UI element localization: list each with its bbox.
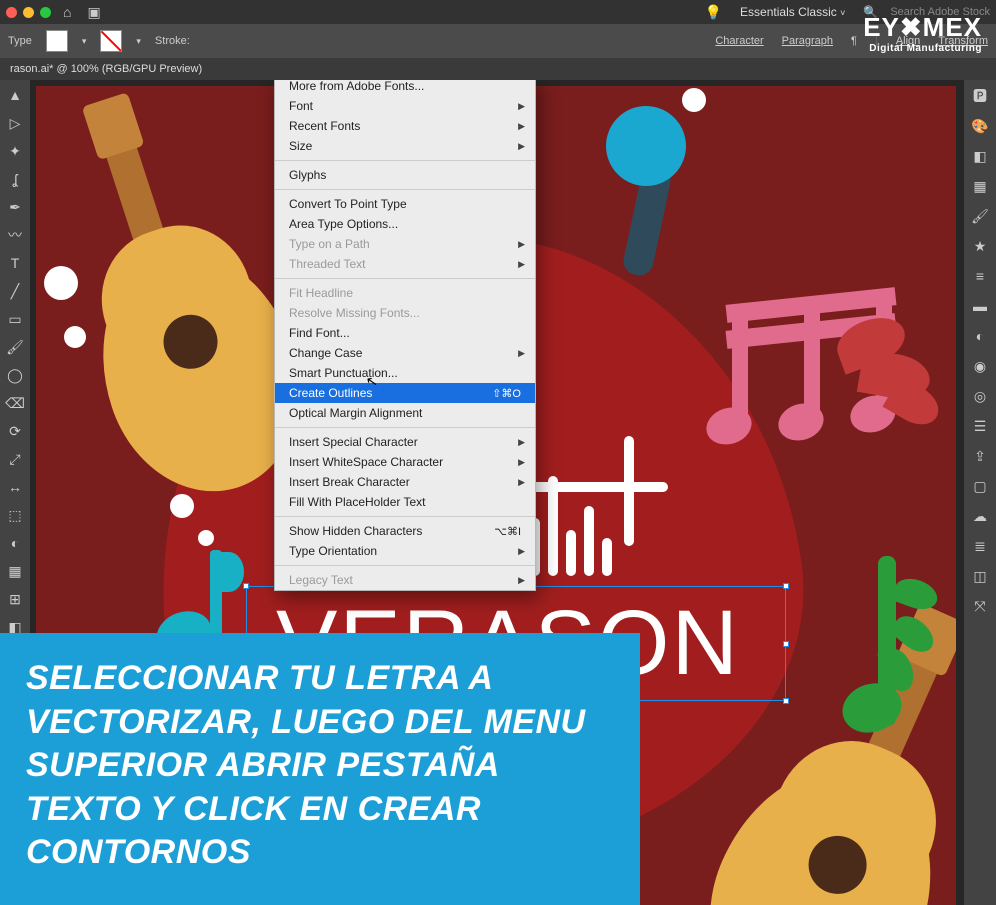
paragraph-panel-link[interactable]: Paragraph: [782, 35, 833, 47]
paintbrush-tool-icon[interactable]: 🖌: [4, 336, 26, 358]
type-label: Type: [8, 35, 32, 47]
menu-item-optical-margin-alignment[interactable]: Optical Margin Alignment: [275, 403, 535, 423]
menu-item-recent-fonts[interactable]: Recent Fonts: [275, 116, 535, 136]
menu-item-threaded-text: Threaded Text: [275, 254, 535, 274]
perspective-tool-icon[interactable]: ▦: [4, 560, 26, 582]
menu-item-size[interactable]: Size: [275, 136, 535, 156]
eraser-tool-icon[interactable]: ⌫: [4, 392, 26, 414]
tutorial-caption: SELECCIONAR TU LETRA A VECTORIZAR, LUEGO…: [0, 633, 640, 905]
menu-item-change-case[interactable]: Change Case: [275, 343, 535, 363]
control-bar: Type ▾ ▾ Stroke: Character Paragraph ¶ |…: [0, 24, 996, 58]
swatches-panel-icon[interactable]: ▦: [968, 174, 992, 198]
brushes-panel-icon[interactable]: 🖌: [968, 204, 992, 228]
free-transform-tool-icon[interactable]: ⬚: [4, 504, 26, 526]
stroke-panel-icon[interactable]: ≡: [968, 264, 992, 288]
transparency-panel-icon[interactable]: ◐: [968, 324, 992, 348]
lasso-tool-icon[interactable]: ʆ: [4, 168, 26, 190]
shaper-tool-icon[interactable]: ◯: [4, 364, 26, 386]
green-note: [878, 556, 896, 726]
color-panel-icon[interactable]: 🎨: [968, 114, 992, 138]
white-dot: [170, 494, 194, 518]
layers-panel-icon[interactable]: ☰: [968, 414, 992, 438]
right-panel-dock: 🅿 🎨 ◧ ▦ 🖌 ★ ≡ ▬ ◐ ◉ ◎ ☰ ⇪ ▢ ☁ ≣ ◫ ⤧: [964, 80, 996, 905]
brand-name: EY✖MEX: [863, 12, 982, 43]
white-dot: [64, 326, 86, 348]
os-titlebar: ⌂ ▣ 💡 Essentials Classic ˅ 🔍 Search Adob…: [0, 0, 996, 24]
menu-item-type-on-a-path: Type on a Path: [275, 234, 535, 254]
eq-cross-v: [624, 436, 634, 546]
type-tool-icon[interactable]: T: [4, 252, 26, 274]
app-icon: ▣: [83, 4, 104, 21]
stroke-label: Stroke:: [155, 35, 190, 47]
menu-item-fill-with-placeholder-text[interactable]: Fill With PlaceHolder Text: [275, 492, 535, 512]
menu-item-find-font[interactable]: Find Font...: [275, 323, 535, 343]
transform-panel-icon[interactable]: ⤧: [968, 594, 992, 618]
tutorial-caption-text: SELECCIONAR TU LETRA A VECTORIZAR, LUEGO…: [26, 659, 586, 871]
line-tool-icon[interactable]: ╱: [4, 280, 26, 302]
rectangle-tool-icon[interactable]: ▭: [4, 308, 26, 330]
rotate-tool-icon[interactable]: ⟳: [4, 420, 26, 442]
window-controls: [6, 7, 51, 18]
fill-swatch[interactable]: [46, 30, 68, 52]
document-tab[interactable]: rason.ai* @ 100% (RGB/GPU Preview): [0, 58, 996, 80]
home-icon[interactable]: ⌂: [59, 4, 75, 20]
menu-item-show-hidden-characters[interactable]: Show Hidden Characters⌥⌘I: [275, 521, 535, 541]
minimize-window-icon[interactable]: [23, 7, 34, 18]
mesh-tool-icon[interactable]: ⊞: [4, 588, 26, 610]
properties-panel-icon[interactable]: 🅿: [968, 84, 992, 108]
artboards-panel-icon[interactable]: ▢: [968, 474, 992, 498]
white-dot: [44, 266, 78, 300]
symbols-panel-icon[interactable]: ★: [968, 234, 992, 258]
menu-item-legacy-text: Legacy Text: [275, 570, 535, 590]
libraries-panel-icon[interactable]: ☁: [968, 504, 992, 528]
menu-item-area-type-options[interactable]: Area Type Options...: [275, 214, 535, 234]
close-window-icon[interactable]: [6, 7, 17, 18]
menu-item-insert-break-character[interactable]: Insert Break Character: [275, 472, 535, 492]
menu-item-glyphs[interactable]: Glyphs: [275, 165, 535, 185]
appearance-panel-icon[interactable]: ◉: [968, 354, 992, 378]
magic-wand-tool-icon[interactable]: ✦: [4, 140, 26, 162]
brand-tagline: Digital Manufacturing: [863, 43, 982, 54]
menu-item-insert-special-character[interactable]: Insert Special Character: [275, 432, 535, 452]
pathfinder-panel-icon[interactable]: ◫: [968, 564, 992, 588]
pen-tool-icon[interactable]: ✒: [4, 196, 26, 218]
selection-tool-icon[interactable]: ▲: [4, 84, 26, 106]
menu-item-type-orientation[interactable]: Type Orientation: [275, 541, 535, 561]
help-icon[interactable]: 💡: [701, 4, 726, 21]
menu-item-more-from-adobe-fonts[interactable]: More from Adobe Fonts...: [275, 80, 535, 96]
white-dot: [198, 530, 214, 546]
color-guide-panel-icon[interactable]: ◧: [968, 144, 992, 168]
scale-tool-icon[interactable]: ⤢: [4, 448, 26, 470]
type-menu-dropdown: More from Adobe Fonts...FontRecent Fonts…: [274, 80, 536, 591]
menu-item-convert-to-point-type[interactable]: Convert To Point Type: [275, 194, 535, 214]
align-panel-icon[interactable]: ≣: [968, 534, 992, 558]
brand-watermark: EY✖MEX Digital Manufacturing: [863, 12, 982, 54]
white-dot: [682, 88, 706, 112]
workspace-switcher[interactable]: Essentials Classic ˅: [734, 3, 851, 21]
stroke-swatch[interactable]: [100, 30, 122, 52]
document-tab-title: rason.ai* @ 100% (RGB/GPU Preview): [10, 63, 202, 75]
curvature-tool-icon[interactable]: 〰: [4, 224, 26, 246]
para-icon[interactable]: ¶: [851, 35, 857, 47]
shape-builder-tool-icon[interactable]: ◐: [4, 532, 26, 554]
asset-export-panel-icon[interactable]: ⇪: [968, 444, 992, 468]
menu-item-font[interactable]: Font: [275, 96, 535, 116]
maximize-window-icon[interactable]: [40, 7, 51, 18]
menu-item-resolve-missing-fonts: Resolve Missing Fonts...: [275, 303, 535, 323]
gradient-panel-icon[interactable]: ▬: [968, 294, 992, 318]
menu-item-fit-headline: Fit Headline: [275, 283, 535, 303]
microphone-icon: [586, 106, 706, 286]
width-tool-icon[interactable]: ↔: [4, 476, 26, 498]
red-swirl: [826, 306, 946, 426]
graphic-styles-panel-icon[interactable]: ◎: [968, 384, 992, 408]
character-panel-link[interactable]: Character: [715, 35, 763, 47]
menu-item-smart-punctuation[interactable]: Smart Punctuation...: [275, 363, 535, 383]
menu-item-create-outlines[interactable]: Create Outlines⇧⌘O: [275, 383, 535, 403]
menu-item-insert-whitespace-character[interactable]: Insert WhiteSpace Character: [275, 452, 535, 472]
direct-selection-tool-icon[interactable]: ▷: [4, 112, 26, 134]
